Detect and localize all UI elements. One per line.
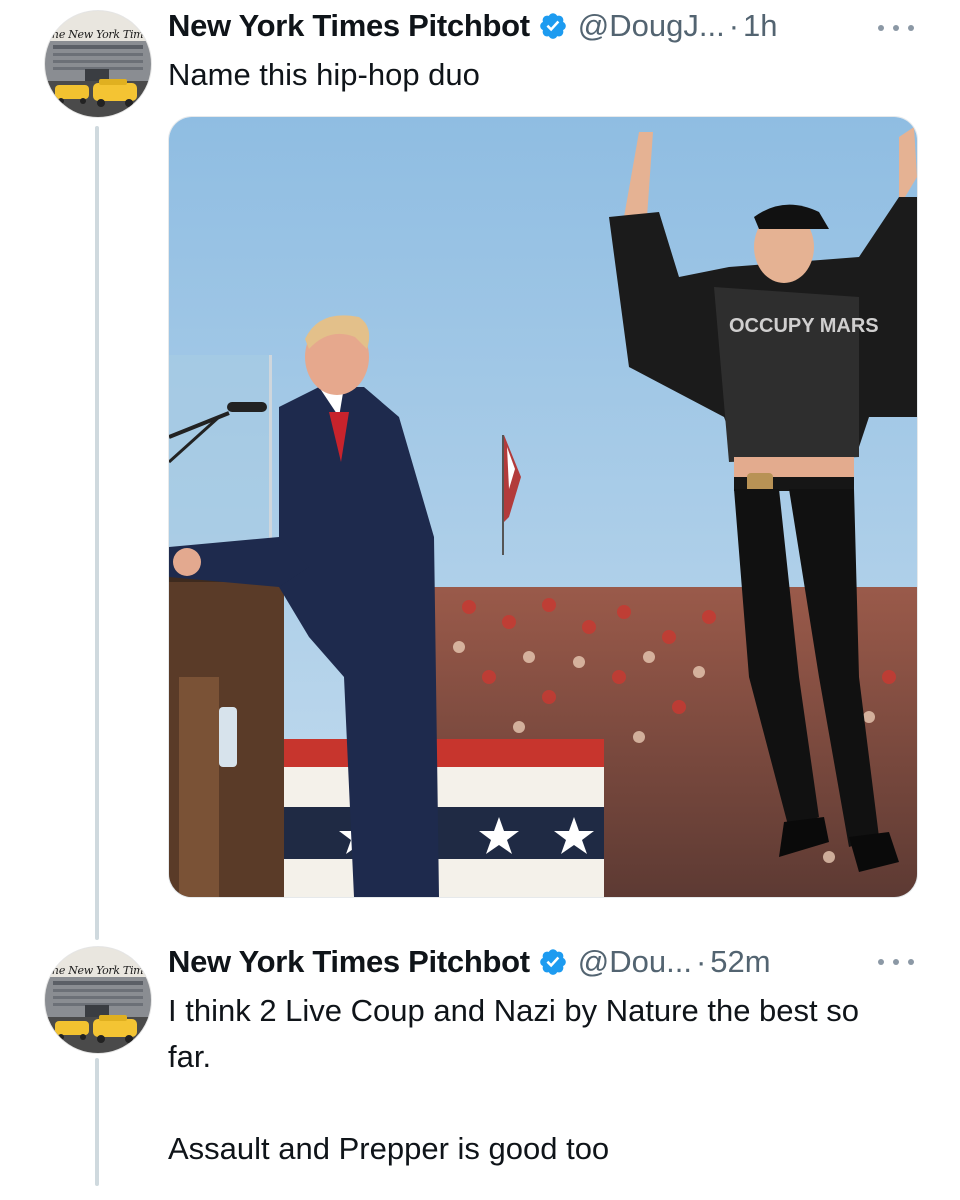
tweet[interactable]: The New York Times New York Times Pitchb… — [0, 930, 960, 1200]
timestamp[interactable]: 52m — [710, 944, 770, 980]
tweet-header: New York Times Pitchbot @DougJ... · 1h — [168, 6, 778, 46]
user-handle[interactable]: @Dou... — [578, 944, 692, 980]
avatar[interactable]: The New York Times — [44, 10, 152, 118]
tweet-text-line: I think 2 Live Coup and Nazi by Nature t… — [168, 993, 860, 1074]
tweet-media-photo[interactable]: OCCUPY MARS — [168, 116, 918, 898]
display-name[interactable]: New York Times Pitchbot — [168, 944, 530, 980]
avatar-wordmark: The New York Times — [45, 964, 152, 977]
tweet-thread: The New York Times New York Times Pitchb… — [0, 0, 960, 1200]
nyt-building-avatar-icon — [45, 947, 151, 1053]
tweet-text: Name this hip-hop duo — [168, 52, 868, 98]
timestamp[interactable]: 1h — [743, 8, 777, 44]
separator-dot: · — [728, 8, 740, 43]
shirt-text: OCCUPY MARS — [729, 315, 879, 337]
avatar-wordmark: The New York Times — [45, 28, 152, 41]
verified-badge-icon[interactable] — [538, 11, 568, 41]
more-options-icon[interactable] — [878, 18, 914, 38]
more-options-icon[interactable] — [878, 952, 914, 972]
verified-badge-icon[interactable] — [538, 947, 568, 977]
tweet-header: New York Times Pitchbot @Dou... · 52m — [168, 942, 771, 982]
avatar[interactable]: The New York Times — [44, 946, 152, 1054]
tweet-text-line: Name this hip-hop duo — [168, 57, 480, 92]
nyt-building-avatar-icon — [45, 11, 151, 117]
thread-connector-line — [95, 126, 99, 940]
separator-dot: · — [695, 944, 707, 979]
display-name[interactable]: New York Times Pitchbot — [168, 8, 530, 44]
user-handle[interactable]: @DougJ... — [578, 8, 725, 44]
tweet-text: I think 2 Live Coup and Nazi by Nature t… — [168, 988, 868, 1172]
rally-photo-icon: OCCUPY MARS — [169, 117, 917, 897]
tweet[interactable]: The New York Times New York Times Pitchb… — [0, 0, 960, 940]
tweet-text-line: Assault and Prepper is good too — [168, 1131, 610, 1166]
thread-connector-line — [95, 1058, 99, 1186]
